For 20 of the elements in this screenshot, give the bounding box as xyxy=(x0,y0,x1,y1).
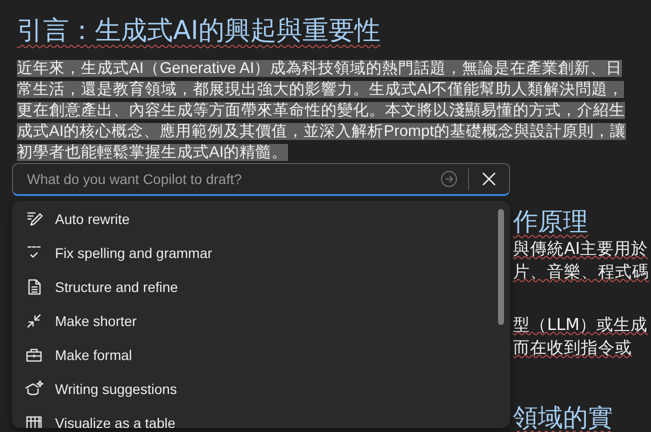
menu-item[interactable]: Writing suggestions xyxy=(12,372,498,406)
section-heading: 領域的實 xyxy=(513,403,613,432)
scrollbar-thumb[interactable] xyxy=(498,209,504,325)
close-icon xyxy=(481,171,497,187)
document-paragraph: 近年來，生成式AI（Generative AI）成為科技領域的熱門話題，無論是在產業創新、日常生活，還是教育領域，都展現出強大的影響力。生成式AI不僅能幫助人類解決問題，更在創意產出、內容生成等方面帶來革命性的變化。本文將以淺顯易懂的方式，介紹生成式AI的核心概念、應用範例及其價值，並深入解析Prompt的基礎概念與設計原則，讓初學者也能輕鬆掌握生成式AI的精髓。 xyxy=(17,59,627,163)
body-text-line: 片、音樂、程式碼 xyxy=(513,261,649,283)
menu-item[interactable]: Make formal xyxy=(12,338,498,372)
menu-item[interactable]: Auto rewrite xyxy=(12,202,498,236)
body-text-line: 而在收到指令或 xyxy=(513,337,632,359)
send-icon[interactable] xyxy=(440,170,458,188)
menu-item[interactable]: Make shorter xyxy=(12,304,498,338)
body-text-line: 型（LLM）或生成 xyxy=(513,314,648,336)
menu-item[interactable]: Fix spelling and grammar xyxy=(12,236,498,270)
section-heading: 作原理 xyxy=(513,207,588,237)
document-heading: 引言：生成式AI的興起與重要性 xyxy=(17,15,380,48)
prompt-field[interactable]: What do you want Copilot to draft? xyxy=(13,164,440,194)
body-text-line: 與傳統AI主要用於 xyxy=(513,238,648,260)
menu-item[interactable]: Visualize as a table xyxy=(12,406,498,428)
prompt-box[interactable]: What do you want Copilot to draft? xyxy=(12,163,510,196)
menu-item[interactable]: Structure and refine xyxy=(12,270,498,304)
